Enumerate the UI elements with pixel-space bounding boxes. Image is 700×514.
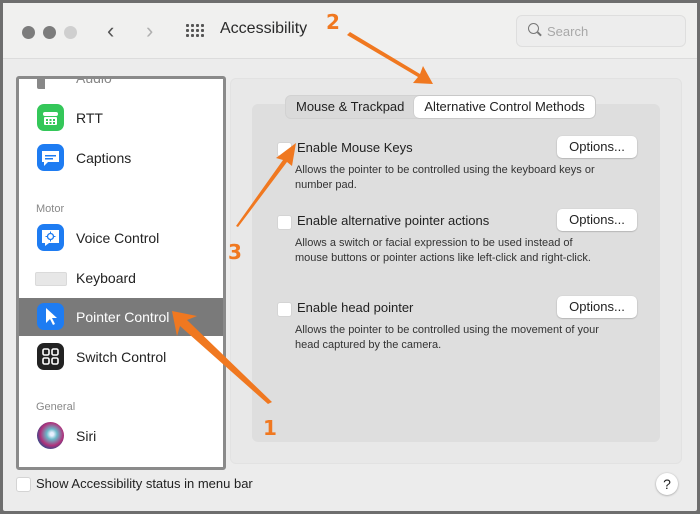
section-header-motor: Motor: [36, 203, 65, 215]
annotation-label-2: 2: [326, 10, 340, 34]
sidebar-item-keyboard[interactable]: Keyboard: [19, 259, 223, 297]
forward-button[interactable]: ›: [146, 19, 153, 43]
pointer-icon: [37, 303, 64, 330]
head-pointer-description: Allows the pointer to be controlled usin…: [295, 324, 599, 351]
alternative-pointer-actions-checkbox[interactable]: [277, 215, 292, 230]
alternative-pointer-actions-label[interactable]: Enable alternative pointer actions: [297, 213, 489, 228]
sidebar-item-voice-control[interactable]: Voice Control: [19, 219, 223, 257]
tab-mouse-trackpad[interactable]: Mouse & Trackpad: [286, 96, 414, 118]
minimize-window-button[interactable]: [43, 26, 56, 39]
head-pointer-label[interactable]: Enable head pointer: [297, 300, 413, 315]
voice-control-icon: [37, 224, 64, 251]
show-status-menu-bar-checkbox[interactable]: [16, 477, 31, 492]
sidebar-item-pointer-control[interactable]: Pointer Control: [19, 298, 223, 336]
window-title: Accessibility: [220, 20, 308, 37]
alternative-pointer-actions-description: Allows a switch or facial expression to …: [295, 237, 591, 264]
speaker-icon: [37, 79, 57, 89]
siri-icon: [37, 422, 64, 449]
mouse-keys-description: Allows the pointer to be controlled usin…: [295, 164, 595, 191]
search-field[interactable]: [516, 15, 686, 47]
sidebar-item-rtt[interactable]: RTT: [19, 99, 223, 137]
sidebar-item-switch-control[interactable]: Switch Control: [19, 338, 223, 376]
sidebar-item-captions[interactable]: Captions: [19, 139, 223, 177]
help-button[interactable]: ?: [656, 473, 678, 495]
alternative-pointer-actions-options-button[interactable]: Options...: [557, 209, 637, 231]
chevron-left-icon: ‹: [107, 18, 115, 43]
annotation-label-3: 3: [228, 240, 242, 264]
options-box: Enable Mouse Keys Allows the pointer to …: [252, 104, 660, 442]
annotation-label-1: 1: [263, 416, 277, 440]
close-window-button[interactable]: [22, 26, 35, 39]
captions-icon: [37, 144, 64, 171]
search-input[interactable]: [547, 22, 667, 40]
back-button[interactable]: ‹: [107, 19, 114, 43]
title-bar: ‹ › Accessibility: [3, 3, 697, 59]
rtt-phone-icon: [37, 104, 64, 131]
tab-bar: Mouse & Trackpad Alternative Control Met…: [285, 95, 596, 119]
section-header-general: General: [36, 401, 76, 413]
mouse-keys-checkbox[interactable]: [277, 142, 292, 157]
show-status-menu-bar-label[interactable]: Show Accessibility status in menu bar: [36, 476, 253, 491]
search-icon: [528, 23, 539, 34]
show-all-grid-icon[interactable]: [186, 24, 204, 38]
keyboard-icon: [35, 272, 67, 286]
head-pointer-checkbox[interactable]: [277, 302, 292, 317]
mouse-keys-label[interactable]: Enable Mouse Keys: [297, 140, 413, 155]
chevron-right-icon: ›: [146, 18, 154, 43]
system-preferences-window: ‹ › Accessibility Audio RTT Captio: [3, 3, 697, 511]
sidebar-item-audio[interactable]: Audio: [19, 79, 223, 97]
head-pointer-options-button[interactable]: Options...: [557, 296, 637, 318]
switch-control-icon: [37, 343, 64, 370]
sidebar: Audio RTT Captions Motor Voice Control K…: [16, 76, 226, 470]
sidebar-item-siri[interactable]: Siri: [19, 417, 223, 455]
mouse-keys-options-button[interactable]: Options...: [557, 136, 637, 158]
zoom-window-button[interactable]: [64, 26, 77, 39]
content-panel: Enable Mouse Keys Allows the pointer to …: [230, 78, 682, 464]
tab-alternative-control-methods[interactable]: Alternative Control Methods: [414, 96, 595, 118]
